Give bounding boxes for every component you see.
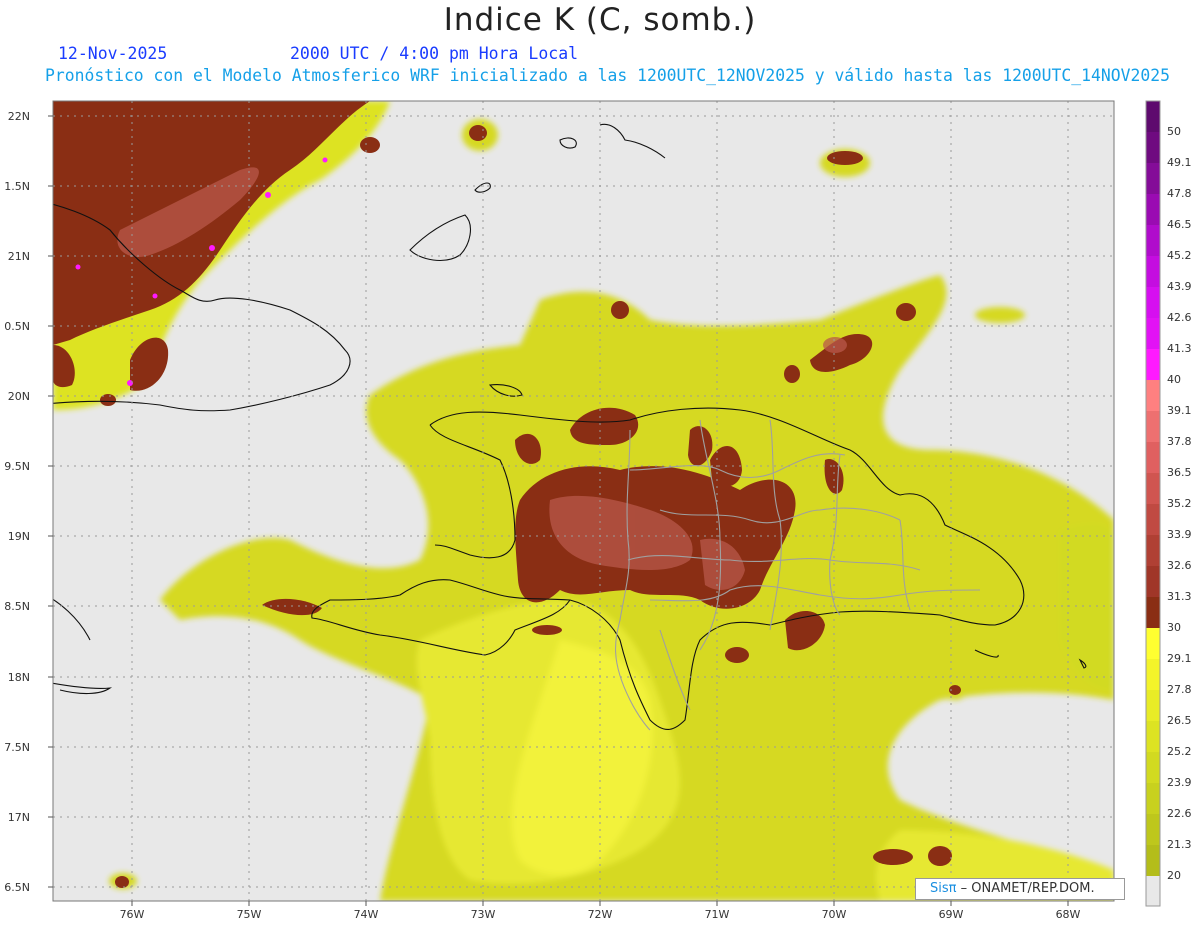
lat-label: 22N — [8, 110, 30, 123]
legend-label: 31.3 — [1167, 590, 1192, 603]
lat-label: 19N — [8, 530, 30, 543]
legend-label: 21.3 — [1167, 838, 1192, 851]
color-legend: 50 49.1 47.8 46.5 45.2 43.9 42.6 41.3 40 39.1 37.8… — [1145, 100, 1192, 907]
legend-label: 36.5 — [1167, 466, 1192, 479]
lat-label: 1.5N — [4, 180, 30, 193]
legend-label: 50 — [1167, 125, 1181, 138]
lat-label: 18N — [8, 671, 30, 684]
legend-label: 42.6 — [1167, 311, 1192, 324]
lat-label: 21N — [8, 250, 30, 263]
legend-swatch — [1146, 659, 1160, 690]
legend-swatch — [1146, 721, 1160, 752]
lon-label: 76W — [120, 908, 145, 921]
legend-label: 32.6 — [1167, 559, 1192, 572]
legend-label: 26.5 — [1167, 714, 1192, 727]
legend-swatch — [1146, 287, 1160, 318]
lat-label: 8.5N — [4, 600, 30, 613]
legend-swatch — [1146, 225, 1160, 256]
lon-label: 71W — [705, 908, 730, 921]
legend-swatch — [1146, 535, 1160, 566]
lat-label: 17N — [8, 811, 30, 824]
sispi-logo: Sisπ — [930, 881, 957, 896]
legend-label: 39.1 — [1167, 404, 1192, 417]
legend-label: 30 — [1167, 621, 1181, 634]
legend-label: 35.2 — [1167, 497, 1192, 510]
legend-swatch — [1146, 380, 1160, 411]
legend-swatch — [1146, 194, 1160, 225]
lon-label: 70W — [822, 908, 847, 921]
legend-label: 23.9 — [1167, 776, 1192, 789]
legend-swatch — [1146, 845, 1160, 876]
legend-label: 22.6 — [1167, 807, 1192, 820]
legend-label: 27.8 — [1167, 683, 1192, 696]
lat-label: 20N — [8, 390, 30, 403]
legend-swatch — [1146, 101, 1160, 132]
legend-swatch — [1146, 163, 1160, 194]
legend-swatch — [1146, 690, 1160, 721]
legend-label: 29.1 — [1167, 652, 1192, 665]
legend-swatch — [1146, 752, 1160, 783]
legend-label: 45.2 — [1167, 249, 1192, 262]
legend-label: 41.3 — [1167, 342, 1192, 355]
legend-swatch — [1146, 628, 1160, 659]
lon-label: 68W — [1056, 908, 1081, 921]
legend-swatch — [1146, 132, 1160, 163]
legend-swatch — [1146, 566, 1160, 597]
onamet-label: – ONAMET/REP.DOM. — [960, 881, 1095, 896]
lat-label: 9.5N — [4, 460, 30, 473]
lon-label: 69W — [939, 908, 964, 921]
legend-swatch — [1146, 783, 1160, 814]
lat-label: 0.5N — [4, 320, 30, 333]
lat-label: 6.5N — [4, 881, 30, 894]
legend-swatch — [1146, 349, 1160, 380]
legend-label: 43.9 — [1167, 280, 1192, 293]
credits-box: Sisπ – ONAMET/REP.DOM. — [915, 878, 1125, 900]
lat-label: 7.5N — [4, 741, 30, 754]
legend-label: 40 — [1167, 373, 1181, 386]
legend-label: 37.8 — [1167, 435, 1192, 448]
lon-label: 75W — [237, 908, 262, 921]
legend-label: 49.1 — [1167, 156, 1192, 169]
lon-label: 73W — [471, 908, 496, 921]
lon-label: 74W — [354, 908, 379, 921]
k-index-map: 22N 1.5N 21N 0.5N 20N 9.5N 19N 8.5N 18N … — [4, 100, 1192, 921]
legend-swatch — [1146, 814, 1160, 845]
legend-label: 47.8 — [1167, 187, 1192, 200]
legend-label: 33.9 — [1167, 528, 1192, 541]
legend-swatch — [1146, 473, 1160, 504]
legend-label: 46.5 — [1167, 218, 1192, 231]
legend-swatch — [1146, 411, 1160, 442]
legend-swatch — [1146, 256, 1160, 287]
lon-label: 72W — [588, 908, 613, 921]
legend-label: 25.2 — [1167, 745, 1192, 758]
legend-swatch — [1146, 442, 1160, 473]
legend-swatch — [1146, 318, 1160, 349]
legend-swatch-nodata — [1146, 876, 1160, 906]
legend-swatch — [1146, 597, 1160, 628]
legend-label: 20 — [1167, 869, 1181, 882]
legend-swatch — [1146, 504, 1160, 535]
